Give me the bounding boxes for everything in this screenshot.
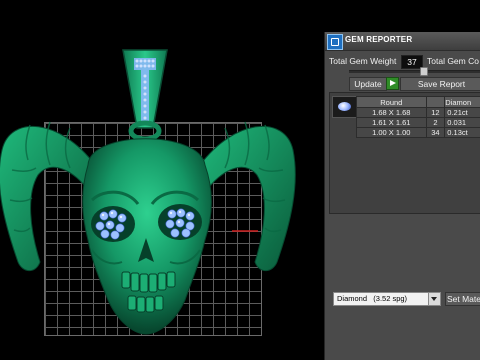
save-report-button[interactable]: Save Report [400,77,480,91]
set-material-button[interactable]: Set Mate [445,292,480,306]
material-name: Diamond [337,294,368,303]
row-weight: 0.13ct [444,127,480,138]
skull-pendant-icon [0,49,296,335]
gem-thumbnail [332,96,358,118]
chevron-down-icon[interactable] [428,293,440,305]
total-gem-count-label: Total Gem Co [427,56,479,66]
update-button[interactable]: Update [349,77,387,91]
table-header-row: Round Diamon [356,96,480,108]
gem-slider-track[interactable] [349,70,480,73]
gem-table: Round Diamon 1.68 X 1.68 12 0.21ct 1.61 … [329,92,480,214]
gem-report-table: Round Diamon 1.68 X 1.68 12 0.21ct 1.61 … [356,96,480,138]
material-select[interactable]: Diamond (3.52 spg) [333,292,441,306]
total-gem-weight-label: Total Gem Weight [329,56,397,66]
table-row[interactable]: 1.68 X 1.68 12 0.21ct [356,107,480,118]
gem-reporter-panel: GEM REPORTER Total Gem Weight Total Gem … [324,32,480,360]
row-size: 1.68 X 1.68 [356,107,427,118]
row-count: 12 [425,107,446,118]
play-icon[interactable] [386,77,399,90]
header-round: Round [356,96,427,108]
row-size: 1.00 X 1.00 [356,127,427,138]
row-count: 2 [425,117,446,128]
table-row[interactable]: 1.61 X 1.61 2 0.031 [356,117,480,128]
round-diamond-icon [338,102,351,111]
panel-title: GEM REPORTER [345,35,413,44]
row-count: 34 [425,127,446,138]
material-select-value: Diamond (3.52 spg) [337,293,407,305]
gem-slider-thumb[interactable] [420,67,428,76]
row-weight: 0.21ct [444,107,480,118]
table-row[interactable]: 1.00 X 1.00 34 0.13ct [356,127,480,138]
header-count [425,96,446,108]
gem-reporter-app-icon [327,34,343,50]
row-size: 1.61 X 1.61 [356,117,427,128]
material-spg: (3.52 spg) [373,294,408,303]
3d-viewport[interactable] [0,0,324,360]
panel-titlebar[interactable]: GEM REPORTER [325,32,480,51]
header-diamond: Diamon [444,96,480,108]
row-weight: 0.031 [444,117,480,128]
